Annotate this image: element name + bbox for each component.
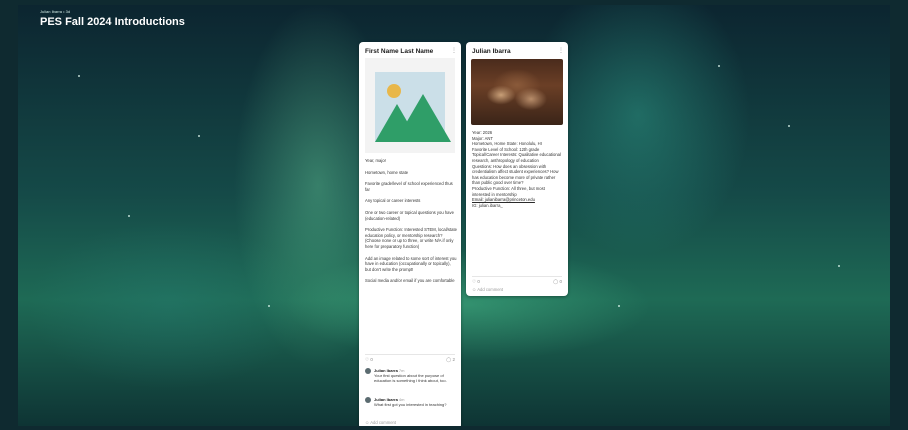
comment-icon: ◯ [553, 279, 559, 284]
like-count: 0 [477, 279, 480, 284]
post-body: Year: 2026 Major: ANT Hometown, Home Sta… [472, 130, 564, 208]
post-card-template[interactable]: First Name Last Name ⋮ Year, major Homet… [359, 42, 461, 426]
like-button[interactable]: ♡ 0 [472, 279, 480, 285]
post-line: One or two career or topical questions y… [365, 209, 454, 221]
star-decoration [268, 305, 270, 307]
more-options-icon[interactable]: ⋮ [558, 47, 564, 54]
post-line: IG: julian.ibarra_ [472, 202, 503, 208]
board-meta: Julian Ibarra • 3d [40, 9, 71, 14]
star-decoration [838, 265, 840, 267]
star-decoration [198, 135, 200, 137]
add-comment-button[interactable]: ☺ Add comment [365, 420, 396, 425]
post-card-julian[interactable]: Julian Ibarra ⋮ Year: 2026 Major: ANT Ho… [466, 42, 568, 296]
star-decoration [788, 125, 790, 127]
post-line: Favorite grade/level of school experienc… [365, 181, 453, 192]
add-comment-label: Add comment [477, 287, 504, 292]
comment-count: 0 [559, 279, 562, 284]
add-comment-button[interactable]: ☺ Add comment [472, 287, 503, 292]
image-placeholder [365, 58, 455, 153]
divider [472, 276, 562, 277]
board-title: PES Fall 2024 Introductions [40, 16, 185, 28]
post-line: Productive Function: All three, but most… [472, 185, 545, 197]
comment-count-button[interactable]: ◯ 2 [446, 357, 455, 363]
star-decoration [78, 75, 80, 77]
like-count: 0 [370, 357, 373, 362]
heart-icon: ♡ [472, 279, 477, 284]
like-button[interactable]: ♡ 0 [365, 357, 373, 363]
add-comment-icon: ☺ [365, 420, 370, 425]
post-line: Any topical or career interests [365, 198, 421, 204]
comment-text: What first got you interested in teachin… [374, 402, 447, 407]
more-options-icon[interactable]: ⋮ [451, 47, 457, 54]
post-body: Year, major Hometown, home state Favorit… [365, 158, 457, 290]
avatar [365, 368, 371, 374]
add-comment-icon: ☺ [472, 287, 477, 292]
board-background: Julian Ibarra • 3d PES Fall 2024 Introdu… [18, 5, 890, 426]
post-line: Social media and/or email if you are com… [365, 278, 455, 284]
avatar [365, 397, 371, 403]
post-line: Topical/Career Interests: Qualitative ed… [472, 152, 561, 163]
image-placeholder-icon [375, 72, 451, 142]
post-title: Julian Ibarra [472, 48, 511, 55]
comment-count-button[interactable]: ◯ 0 [553, 279, 562, 285]
mountain-icon [395, 94, 451, 142]
post-line: Year, major [365, 158, 387, 163]
add-comment-label: Add comment [370, 420, 397, 425]
post-line: Hometown, home state [365, 169, 409, 175]
divider [365, 354, 455, 355]
comment: Julian Ibarra 7m Your first question abo… [365, 368, 457, 396]
comment-count: 2 [452, 357, 455, 362]
classroom-photo [471, 59, 563, 125]
post-title: First Name Last Name [365, 48, 434, 55]
post-line: Questions: How does an obsession with cr… [472, 163, 559, 186]
heart-icon: ♡ [365, 357, 370, 362]
comment-text: Your first question about the purpose of… [374, 373, 447, 383]
comment-icon: ◯ [446, 357, 452, 362]
star-decoration [618, 305, 620, 307]
comment: Julian Ibarra 4m What first got you inte… [365, 397, 457, 417]
star-decoration [718, 65, 720, 67]
post-line: Productive Function: Interested STEM, lo… [365, 227, 457, 249]
star-decoration [128, 215, 130, 217]
post-line: Add an image related to some sort of int… [365, 255, 457, 272]
